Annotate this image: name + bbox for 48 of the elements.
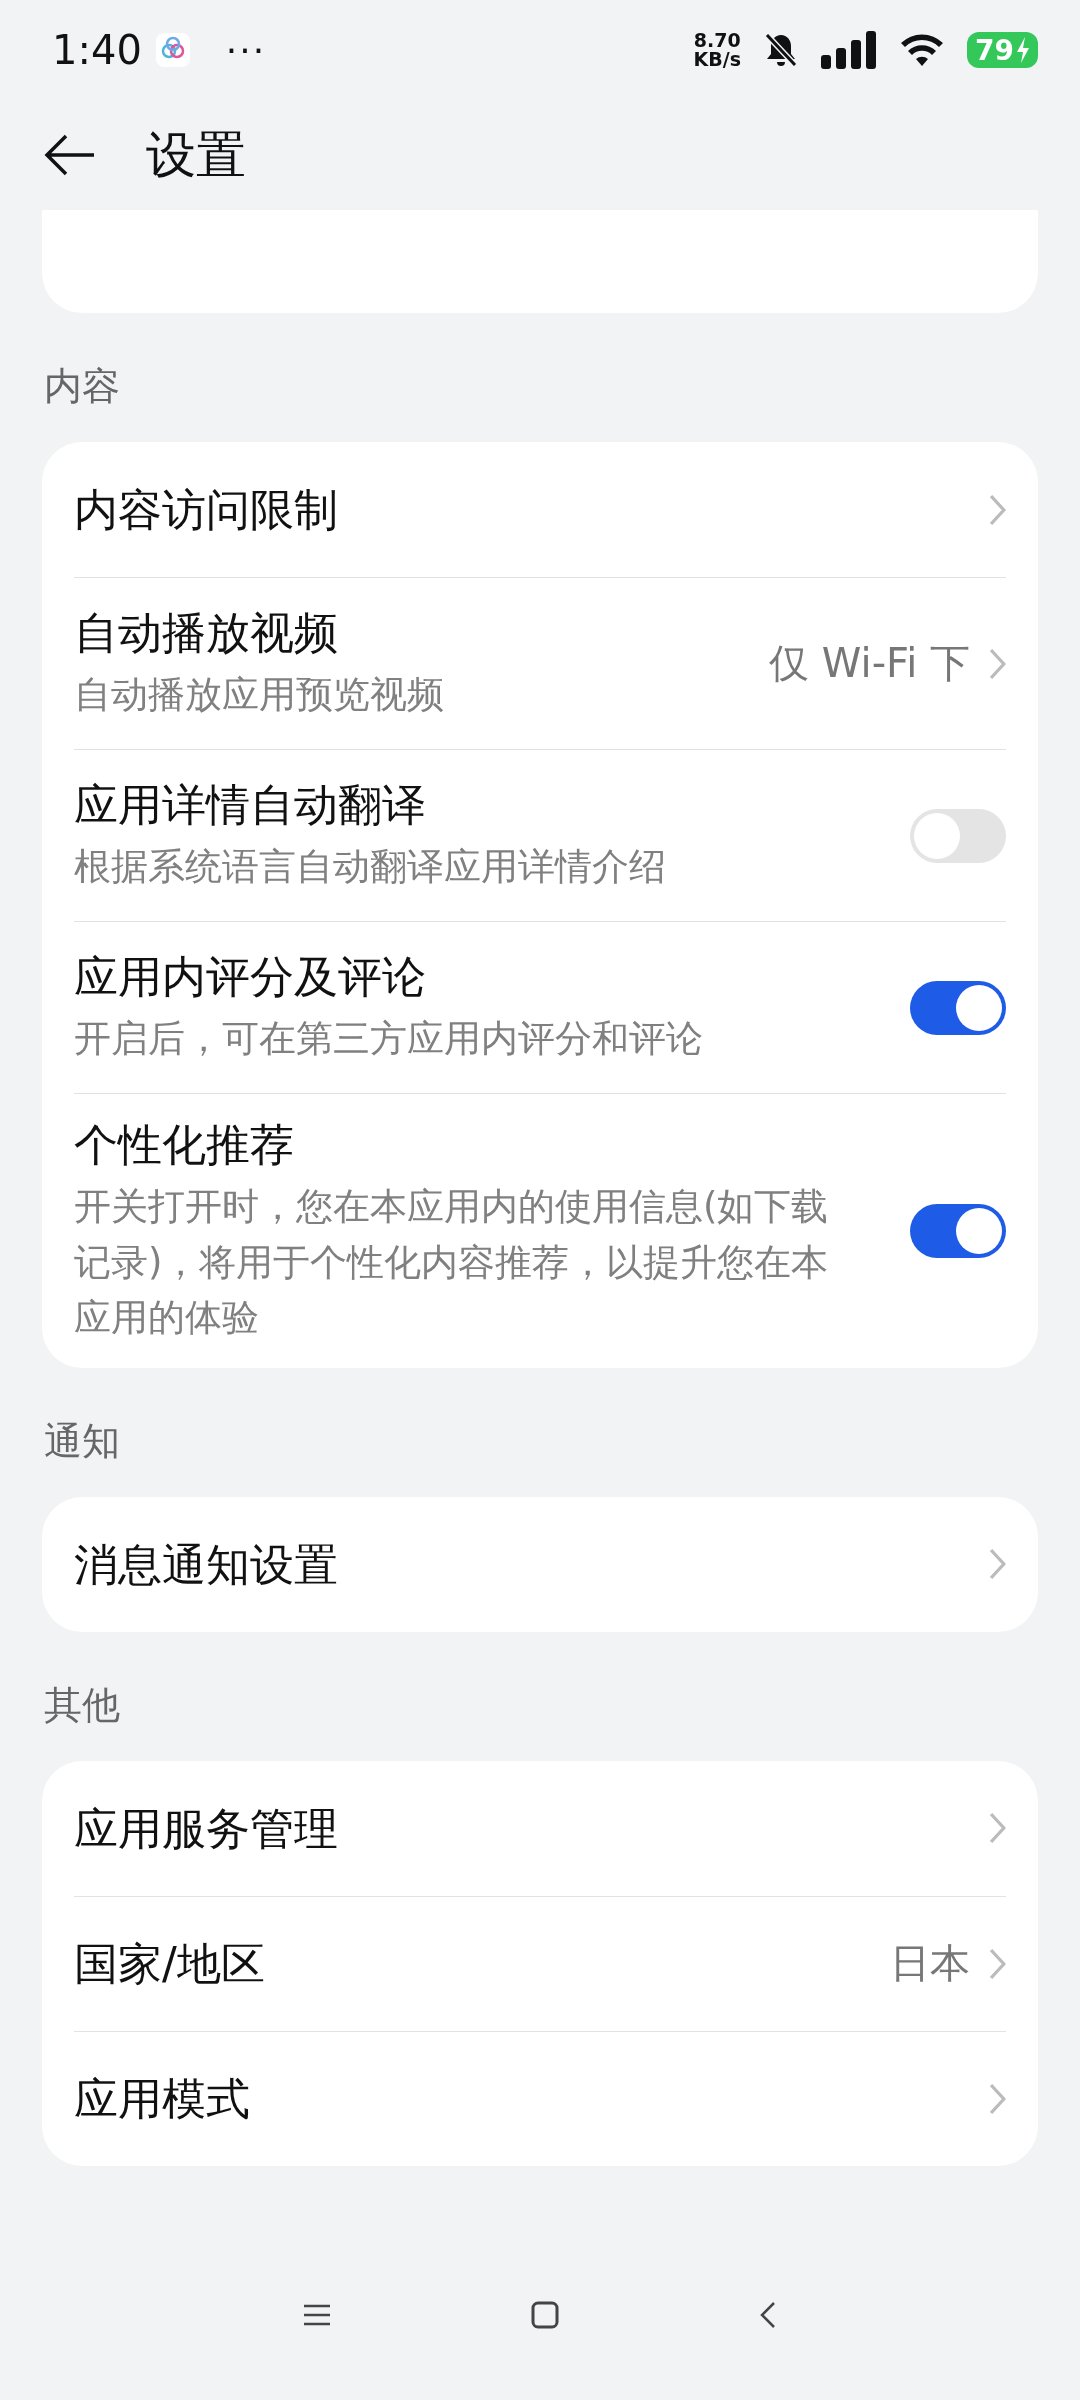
page-title: 设置 xyxy=(146,124,246,186)
row-description: 自动播放应用预览视频 xyxy=(74,672,445,719)
settings-row[interactable]: 个性化推荐 开关打开时，您在本应用内的使用信息(如下载记录)，将用于个性化内容推荐，以提升您在本应用的体验 xyxy=(74,1093,1006,1368)
settings-row[interactable]: 国家/地区 日本 xyxy=(74,1895,1006,2031)
settings-row[interactable]: 内容访问限制 xyxy=(74,442,1006,577)
row-title: 消息通知设置 xyxy=(74,1537,339,1592)
row-title: 应用服务管理 xyxy=(74,1801,339,1856)
wifi-icon xyxy=(899,32,946,68)
row-value: 日本 xyxy=(890,1939,970,1989)
settings-row[interactable]: 自动播放视频 自动播放应用预览视频 仅 Wi-Fi 下 xyxy=(74,577,1006,749)
row-title: 应用详情自动翻译 xyxy=(74,778,427,833)
settings-row[interactable]: 应用模式 xyxy=(74,2030,1006,2166)
toggle-switch[interactable] xyxy=(910,808,1006,863)
chevron-icon xyxy=(990,1948,1006,1979)
chevron-icon xyxy=(990,1549,1006,1580)
section-label: 其他 xyxy=(43,1681,121,1729)
chevron-icon xyxy=(990,494,1006,525)
settings-row[interactable]: 应用内评分及评论 开启后，可在第三方应用内评分和评论 xyxy=(74,921,1006,1093)
back-arrow-icon[interactable] xyxy=(44,133,96,177)
chevron-icon xyxy=(990,2083,1006,2114)
row-description: 开启后，可在第三方应用内评分和评论 xyxy=(74,1016,704,1063)
toggle-switch[interactable] xyxy=(910,1203,1006,1258)
row-title: 应用模式 xyxy=(74,2072,251,2127)
row-value: 仅 Wi-Fi 下 xyxy=(769,639,970,688)
settings-row[interactable]: 应用详情自动翻译 根据系统语言自动翻译应用详情介绍 xyxy=(74,749,1006,921)
app-notification-icon xyxy=(155,33,190,67)
chevron-icon xyxy=(990,648,1006,679)
clock: 1:40 xyxy=(52,27,142,73)
chevron-icon xyxy=(990,1813,1006,1844)
signal-icon xyxy=(821,31,878,69)
section-label: 内容 xyxy=(43,363,121,410)
home-icon[interactable] xyxy=(531,2301,559,2329)
row-description: 根据系统语言自动翻译应用详情介绍 xyxy=(74,844,667,891)
more-notifications: ··· xyxy=(225,29,267,71)
network-speed: 8.70 KB/s xyxy=(693,31,742,69)
row-title: 个性化推荐 xyxy=(74,1118,295,1172)
row-title: 自动播放视频 xyxy=(74,606,339,661)
back-icon[interactable] xyxy=(759,2301,777,2329)
row-title: 应用内评分及评论 xyxy=(74,950,427,1005)
section-label: 通知 xyxy=(43,1417,121,1465)
row-title: 国家/地区 xyxy=(74,1937,266,1992)
settings-row[interactable]: 应用服务管理 xyxy=(74,1760,1006,1896)
menu-icon[interactable] xyxy=(303,2303,331,2327)
row-title: 内容访问限制 xyxy=(74,482,339,537)
row-description: 开关打开时，您在本应用内的使用信息(如下载记录)，将用于个性化内容推荐，以提升您在本应用的体验 xyxy=(74,1184,830,1342)
battery-indicator: 79 xyxy=(967,32,1038,68)
settings-row[interactable]: 消息通知设置 xyxy=(74,1496,1006,1632)
toggle-switch[interactable] xyxy=(910,980,1006,1035)
